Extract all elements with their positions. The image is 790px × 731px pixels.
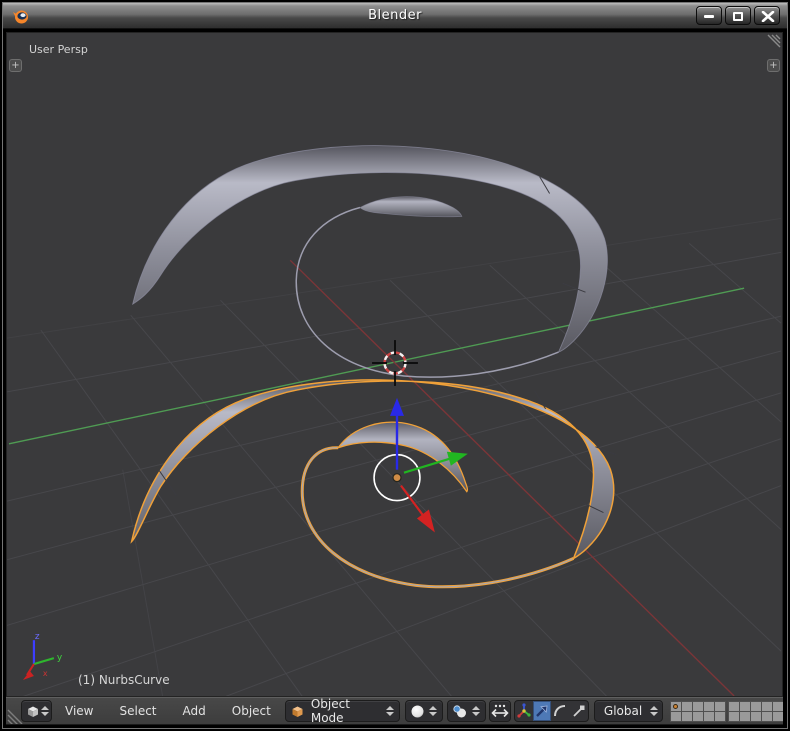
layer-group-2 <box>728 701 783 721</box>
dropdown-arrows-icon <box>472 706 481 716</box>
layer-cell[interactable] <box>714 711 726 722</box>
y-axis-line <box>9 288 744 444</box>
menu-object[interactable]: Object <box>219 700 284 722</box>
close-icon <box>761 11 775 22</box>
rotate-arc-icon <box>552 703 568 719</box>
menu-add[interactable]: Add <box>170 700 219 722</box>
close-button[interactable] <box>754 6 780 25</box>
orientation-label: Global <box>604 704 642 718</box>
translate-manipulator-button[interactable] <box>533 701 551 721</box>
window-frame: Blender <box>2 2 788 729</box>
manipulator-axes-button[interactable] <box>515 701 533 721</box>
pivot-point-selector[interactable] <box>447 700 486 722</box>
scale-manipulator-button[interactable] <box>570 701 588 721</box>
dropdown-arrows-icon <box>649 706 658 716</box>
view3d-header: View Select Add Object Object Mode <box>6 697 783 725</box>
area-resize-corner[interactable] <box>758 33 782 53</box>
dropdown-arrows-icon <box>386 706 395 716</box>
menu-view[interactable]: View <box>52 700 106 722</box>
transform-orientation-selector[interactable]: Global <box>594 700 663 722</box>
nurbs-object-unselected[interactable] <box>133 146 608 378</box>
viewport-shading-selector[interactable] <box>405 700 443 722</box>
object-mode-cube-icon <box>290 704 305 719</box>
manipulator-axes-icon <box>516 703 532 719</box>
editor-type-selector[interactable] <box>21 700 52 722</box>
3d-viewport[interactable]: z y x User Persp (1) NurbsCurve + + <box>6 32 783 697</box>
expand-region-left-button[interactable]: + <box>9 59 22 72</box>
layer-buttons <box>670 701 783 721</box>
manipulator-x-arrow[interactable] <box>401 486 435 533</box>
maximize-icon <box>733 12 743 21</box>
axis-label-z: z <box>35 632 40 642</box>
viewport-canvas[interactable]: z y x <box>7 33 782 696</box>
x-axis-line <box>290 260 734 696</box>
layer-group-1 <box>670 701 725 721</box>
mode-selector-label: Object Mode <box>309 697 382 725</box>
pivot-median-icon <box>452 704 468 719</box>
editor-3d-view-icon <box>25 704 40 719</box>
dropdown-arrows-icon <box>40 706 49 716</box>
axis-mini-gizmo: z y x <box>23 632 63 680</box>
active-layer-dot <box>673 704 678 709</box>
scale-icon <box>571 703 587 719</box>
manipulate-centers-icon <box>491 703 509 719</box>
minimize-button[interactable] <box>696 6 722 25</box>
layer-cell[interactable] <box>772 711 784 722</box>
expand-region-right-button[interactable]: + <box>767 59 780 72</box>
dropdown-arrows-icon <box>429 706 438 716</box>
axis-label-y: y <box>57 653 63 663</box>
shading-solid-sphere-icon <box>410 704 425 719</box>
title-bar[interactable]: Blender <box>3 3 787 29</box>
object-origin <box>393 474 401 482</box>
selected-object-label: (1) NurbsCurve <box>78 673 170 687</box>
manipulate-centers-toggle[interactable] <box>489 700 511 722</box>
translate-arrow-icon <box>534 703 550 719</box>
axis-label-x: x <box>43 669 48 678</box>
window-title: Blender <box>3 8 787 23</box>
maximize-button[interactable] <box>725 6 751 25</box>
minimize-icon <box>704 15 714 18</box>
grid-floor <box>7 218 781 696</box>
mode-selector[interactable]: Object Mode <box>285 700 400 722</box>
area-resize-corner-bottom-left[interactable] <box>6 698 24 725</box>
view-mode-label: User Persp <box>29 43 88 56</box>
transform-manipulator-buttons <box>514 700 589 722</box>
menu-select[interactable]: Select <box>106 700 169 722</box>
rotate-manipulator-button[interactable] <box>551 701 569 721</box>
